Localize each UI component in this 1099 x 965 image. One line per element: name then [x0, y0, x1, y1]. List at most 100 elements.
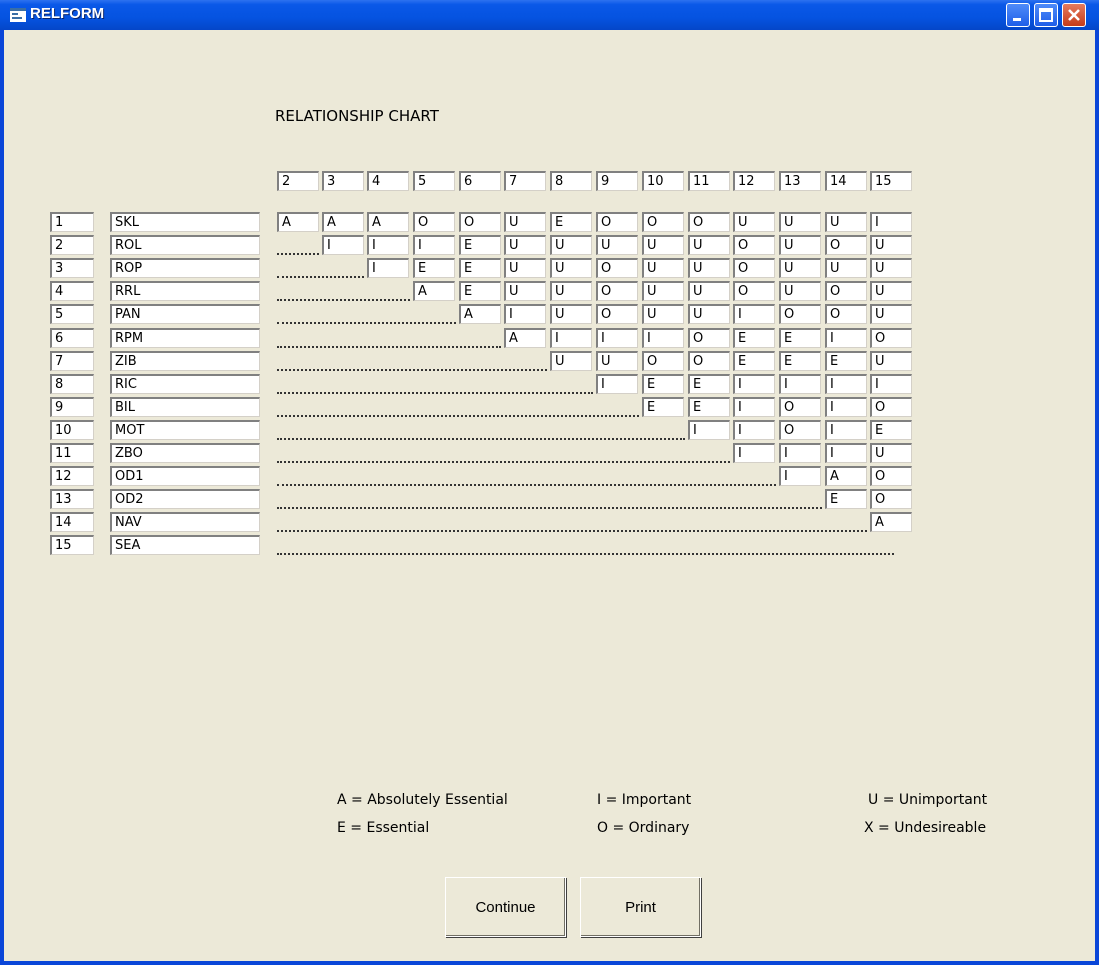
relationship-cell[interactable]: U — [642, 235, 684, 255]
relationship-cell[interactable]: I — [825, 374, 867, 394]
relationship-cell[interactable]: I — [779, 443, 821, 463]
relationship-cell[interactable]: U — [870, 304, 912, 324]
relationship-cell[interactable]: O — [642, 212, 684, 232]
relationship-cell[interactable]: E — [870, 420, 912, 440]
relationship-cell[interactable]: A — [322, 212, 364, 232]
relationship-cell[interactable]: I — [367, 235, 409, 255]
column-header-9[interactable]: 9 — [596, 171, 638, 191]
relationship-cell[interactable]: A — [825, 466, 867, 486]
relationship-cell[interactable]: O — [688, 328, 730, 348]
relationship-cell[interactable]: O — [688, 212, 730, 232]
column-header-14[interactable]: 14 — [825, 171, 867, 191]
relationship-cell[interactable]: U — [733, 212, 775, 232]
row-number-7[interactable]: 7 — [50, 351, 94, 371]
relationship-cell[interactable]: U — [596, 351, 638, 371]
title-bar[interactable]: RELFORM — [0, 0, 1099, 30]
relationship-cell[interactable]: U — [870, 235, 912, 255]
relationship-cell[interactable]: U — [779, 212, 821, 232]
relationship-cell[interactable]: I — [779, 374, 821, 394]
relationship-cell[interactable]: E — [459, 258, 501, 278]
relationship-cell[interactable]: O — [642, 351, 684, 371]
row-number-11[interactable]: 11 — [50, 443, 94, 463]
relationship-cell[interactable]: O — [596, 281, 638, 301]
row-code-8[interactable]: RIC — [110, 374, 260, 394]
relationship-cell[interactable]: I — [733, 397, 775, 417]
print-button[interactable]: Print — [580, 877, 701, 937]
relationship-cell[interactable]: I — [825, 328, 867, 348]
relationship-cell[interactable]: U — [504, 212, 546, 232]
relationship-cell[interactable]: O — [596, 212, 638, 232]
column-header-15[interactable]: 15 — [870, 171, 912, 191]
row-code-9[interactable]: BIL — [110, 397, 260, 417]
relationship-cell[interactable]: A — [504, 328, 546, 348]
relationship-cell[interactable]: U — [642, 281, 684, 301]
relationship-cell[interactable]: I — [596, 374, 638, 394]
relationship-cell[interactable]: U — [688, 304, 730, 324]
close-button[interactable] — [1062, 3, 1086, 27]
relationship-cell[interactable]: O — [733, 235, 775, 255]
relationship-cell[interactable]: I — [322, 235, 364, 255]
relationship-cell[interactable]: I — [733, 374, 775, 394]
relationship-cell[interactable]: E — [688, 397, 730, 417]
row-number-9[interactable]: 9 — [50, 397, 94, 417]
relationship-cell[interactable]: U — [825, 212, 867, 232]
relationship-cell[interactable]: E — [733, 351, 775, 371]
relationship-cell[interactable]: U — [688, 281, 730, 301]
relationship-cell[interactable]: I — [413, 235, 455, 255]
row-number-10[interactable]: 10 — [50, 420, 94, 440]
relationship-cell[interactable]: O — [688, 351, 730, 371]
relationship-cell[interactable]: E — [459, 235, 501, 255]
relationship-cell[interactable]: I — [733, 304, 775, 324]
relationship-cell[interactable]: U — [550, 235, 592, 255]
relationship-cell[interactable]: I — [779, 466, 821, 486]
relationship-cell[interactable]: U — [550, 351, 592, 371]
relationship-cell[interactable]: E — [733, 328, 775, 348]
row-number-14[interactable]: 14 — [50, 512, 94, 532]
relationship-cell[interactable]: E — [825, 351, 867, 371]
relationship-cell[interactable]: O — [825, 304, 867, 324]
column-header-2[interactable]: 2 — [277, 171, 319, 191]
relationship-cell[interactable]: E — [642, 397, 684, 417]
relationship-cell[interactable]: A — [367, 212, 409, 232]
row-code-7[interactable]: ZIB — [110, 351, 260, 371]
relationship-cell[interactable]: E — [413, 258, 455, 278]
row-code-1[interactable]: SKL — [110, 212, 260, 232]
relationship-cell[interactable]: E — [688, 374, 730, 394]
relationship-cell[interactable]: U — [504, 281, 546, 301]
relationship-cell[interactable]: U — [779, 235, 821, 255]
column-header-8[interactable]: 8 — [550, 171, 592, 191]
relationship-cell[interactable]: O — [779, 420, 821, 440]
row-number-3[interactable]: 3 — [50, 258, 94, 278]
relationship-cell[interactable]: I — [825, 420, 867, 440]
relationship-cell[interactable]: I — [733, 420, 775, 440]
relationship-cell[interactable]: I — [642, 328, 684, 348]
relationship-cell[interactable]: O — [825, 235, 867, 255]
relationship-cell[interactable]: U — [688, 235, 730, 255]
column-header-4[interactable]: 4 — [367, 171, 409, 191]
column-header-13[interactable]: 13 — [779, 171, 821, 191]
relationship-cell[interactable]: U — [550, 304, 592, 324]
maximize-button[interactable] — [1034, 3, 1058, 27]
relationship-cell[interactable]: E — [779, 351, 821, 371]
relationship-cell[interactable]: E — [459, 281, 501, 301]
relationship-cell[interactable]: E — [642, 374, 684, 394]
relationship-cell[interactable]: E — [550, 212, 592, 232]
relationship-cell[interactable]: U — [870, 281, 912, 301]
relationship-cell[interactable]: O — [459, 212, 501, 232]
relationship-cell[interactable]: U — [504, 235, 546, 255]
relationship-cell[interactable]: O — [825, 281, 867, 301]
relationship-cell[interactable]: U — [642, 304, 684, 324]
relationship-cell[interactable]: U — [870, 258, 912, 278]
row-number-4[interactable]: 4 — [50, 281, 94, 301]
relationship-cell[interactable]: I — [367, 258, 409, 278]
row-number-6[interactable]: 6 — [50, 328, 94, 348]
row-code-11[interactable]: ZBO — [110, 443, 260, 463]
relationship-cell[interactable]: O — [870, 489, 912, 509]
row-code-6[interactable]: RPM — [110, 328, 260, 348]
row-code-4[interactable]: RRL — [110, 281, 260, 301]
relationship-cell[interactable]: I — [550, 328, 592, 348]
relationship-cell[interactable]: U — [779, 258, 821, 278]
relationship-cell[interactable]: I — [870, 212, 912, 232]
relationship-cell[interactable]: I — [825, 397, 867, 417]
column-header-11[interactable]: 11 — [688, 171, 730, 191]
